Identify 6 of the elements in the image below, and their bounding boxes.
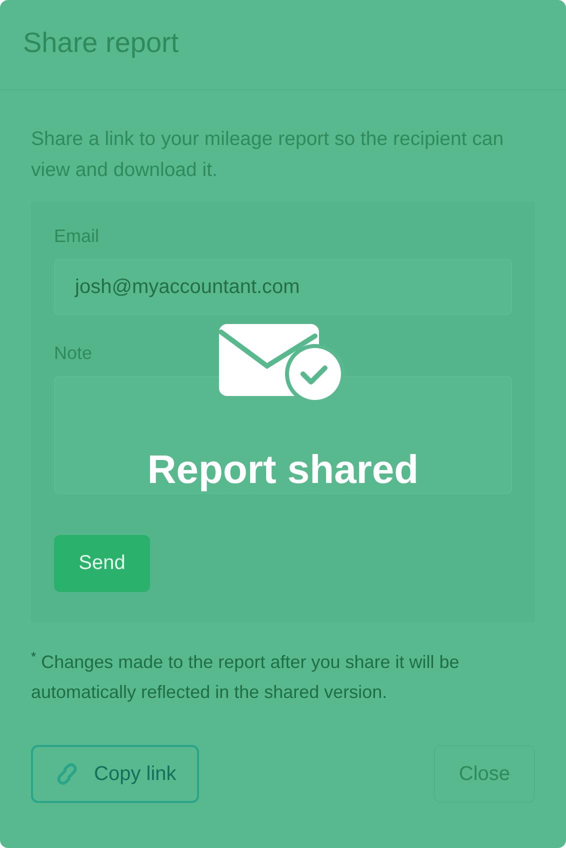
footnote-text: $^{*}$ Changes made to the report after you share it will be automatically reflected in the shared version.	[31, 648, 460, 704]
success-message: Report shared	[147, 448, 419, 493]
copy-link-button[interactable]: Copy link	[31, 745, 200, 803]
email-field[interactable]: josh@myaccountant.com	[54, 259, 512, 315]
send-button[interactable]: Send	[54, 535, 150, 592]
note-field[interactable]	[54, 376, 512, 494]
